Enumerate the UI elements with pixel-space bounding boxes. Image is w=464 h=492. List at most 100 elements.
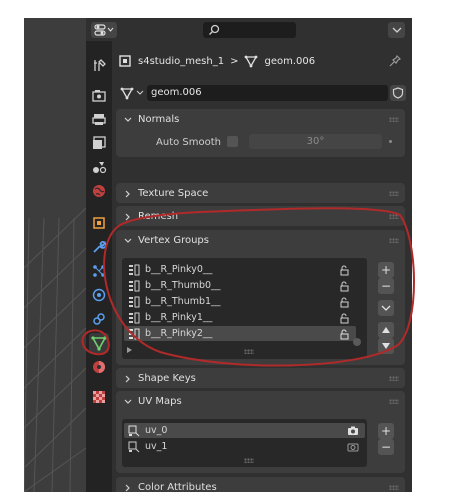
unlocked-icon[interactable] <box>338 280 350 292</box>
chevron-down-icon <box>381 305 391 311</box>
uv-map-name: uv_1 <box>145 441 168 452</box>
tab-output[interactable] <box>89 109 109 129</box>
camera-icon[interactable] <box>347 441 359 453</box>
tab-tool[interactable] <box>89 55 109 75</box>
vertex-group-list[interactable]: b__R_Pinky0__ b__R_Thumb0__ b__R_Thumb1_… <box>122 258 367 359</box>
add-vertex-group-button[interactable]: + <box>378 262 394 278</box>
tab-scene[interactable] <box>89 157 109 177</box>
remove-uv-map-button[interactable]: − <box>378 439 394 455</box>
uv-map-icon <box>128 425 140 436</box>
unlocked-icon[interactable] <box>338 328 350 340</box>
list-item-selected[interactable]: b__R_Pinky2__ <box>124 326 356 341</box>
list-item[interactable]: b__R_Thumb1__ <box>124 294 356 309</box>
triangle-down-icon <box>382 343 390 349</box>
panel-header-vertex-groups[interactable]: Vertex Groups <box>116 230 405 251</box>
breadcrumb-separator: > <box>230 55 239 67</box>
tab-world[interactable] <box>89 181 109 201</box>
view-layer-icon <box>93 136 106 149</box>
camera-icon[interactable] <box>347 425 359 437</box>
panel-header-shape-keys[interactable]: Shape Keys <box>116 368 405 389</box>
panel-header-remesh[interactable]: Remesh <box>116 206 405 227</box>
vertex-group-specials-button[interactable] <box>378 300 394 316</box>
tab-view-layer[interactable] <box>89 133 109 153</box>
vertex-group-name: b__R_Pinky2__ <box>145 328 213 339</box>
drag-handle[interactable] <box>389 238 399 243</box>
panel-color-attributes: Color Attributes <box>116 477 405 492</box>
vertex-group-icon <box>129 296 140 307</box>
editor-type-button[interactable] <box>91 22 117 38</box>
scene-icon <box>93 162 107 174</box>
properties-editor: s4studio_mesh_1 > geom.006 geom.006 Norm… <box>86 18 412 492</box>
chevron-down-icon <box>124 238 132 243</box>
properties-content: s4studio_mesh_1 > geom.006 geom.006 Norm… <box>112 41 412 492</box>
uv-map-list[interactable]: uv_0 uv_1 <box>122 419 367 467</box>
unlocked-icon[interactable] <box>338 264 350 276</box>
drag-handle[interactable] <box>389 376 399 381</box>
remove-vertex-group-button[interactable]: − <box>378 278 394 294</box>
panel-texture-space: Texture Space <box>116 183 405 203</box>
fake-user-button[interactable] <box>390 85 406 101</box>
tab-physics[interactable] <box>89 285 109 305</box>
vertex-group-icon <box>129 280 140 291</box>
auto-smooth-angle-field[interactable]: 30° <box>249 134 382 149</box>
move-up-button[interactable] <box>378 322 394 338</box>
mesh-datablock-selector: geom.006 <box>116 83 406 103</box>
list-item[interactable]: b__R_Pinky1__ <box>124 310 356 325</box>
auto-smooth-checkbox[interactable] <box>227 136 238 147</box>
chevron-right-icon <box>125 213 130 220</box>
physics-icon <box>92 288 106 302</box>
tab-mesh-data[interactable] <box>89 333 109 353</box>
drag-handle[interactable] <box>389 117 399 122</box>
panel-uv-maps: UV Maps uv_0 uv_1 + − <box>116 391 405 473</box>
3d-viewport[interactable] <box>24 18 86 492</box>
panel-header-texture-space[interactable]: Texture Space <box>116 183 405 204</box>
tab-render[interactable] <box>89 85 109 105</box>
add-uv-map-button[interactable]: + <box>378 423 394 439</box>
list-item[interactable]: b__R_Thumb0__ <box>124 278 356 293</box>
list-resize-handle[interactable] <box>244 349 254 354</box>
vertex-group-name: b__R_Pinky1__ <box>145 312 213 323</box>
panel-title: Color Attributes <box>138 482 217 492</box>
panel-header-uv-maps[interactable]: UV Maps <box>116 391 405 412</box>
list-item-selected[interactable]: uv_0 <box>124 423 365 438</box>
unlocked-icon[interactable] <box>338 296 350 308</box>
tab-particles[interactable] <box>89 261 109 281</box>
panel-shape-keys: Shape Keys <box>116 368 405 388</box>
tab-material[interactable] <box>89 357 109 377</box>
list-resize-handle[interactable] <box>244 458 254 463</box>
list-item[interactable]: uv_1 <box>124 439 365 454</box>
vertex-group-icon <box>129 312 140 323</box>
pin-icon[interactable] <box>388 54 402 68</box>
tab-object[interactable] <box>89 213 109 233</box>
list-scrollbar-thumb[interactable] <box>353 338 361 346</box>
options-dropdown-button[interactable] <box>388 22 405 38</box>
vertex-group-icon <box>129 264 140 275</box>
unlocked-icon[interactable] <box>338 312 350 324</box>
particles-icon <box>93 265 105 277</box>
filter-toggle-icon[interactable] <box>126 346 134 354</box>
panel-header-normals[interactable]: Normals <box>116 109 405 130</box>
breadcrumb: s4studio_mesh_1 > geom.006 <box>118 51 315 71</box>
move-down-button[interactable] <box>378 338 394 354</box>
chevron-down-icon <box>124 399 132 404</box>
mesh-name-field[interactable]: geom.006 <box>147 85 388 101</box>
triangle-up-icon <box>382 327 390 333</box>
chevron-right-icon <box>125 484 130 491</box>
keyframe-dot[interactable] <box>389 140 392 143</box>
drag-handle[interactable] <box>389 485 399 490</box>
drag-handle[interactable] <box>389 214 399 219</box>
panel-title: Normals <box>138 114 180 125</box>
tab-constraints[interactable] <box>89 309 109 329</box>
search-input[interactable] <box>203 22 296 38</box>
drag-handle[interactable] <box>389 191 399 196</box>
viewport-grid <box>24 207 86 492</box>
tab-modifiers[interactable] <box>89 237 109 257</box>
tab-texture[interactable] <box>89 387 109 407</box>
chevron-down-icon <box>124 117 132 122</box>
texture-icon <box>93 391 105 403</box>
panel-header-color-attributes[interactable]: Color Attributes <box>116 477 405 492</box>
list-item[interactable]: b__R_Pinky0__ <box>124 262 356 277</box>
drag-handle[interactable] <box>389 399 399 404</box>
tool-icon <box>94 59 106 71</box>
browse-mesh-button[interactable] <box>120 85 144 101</box>
